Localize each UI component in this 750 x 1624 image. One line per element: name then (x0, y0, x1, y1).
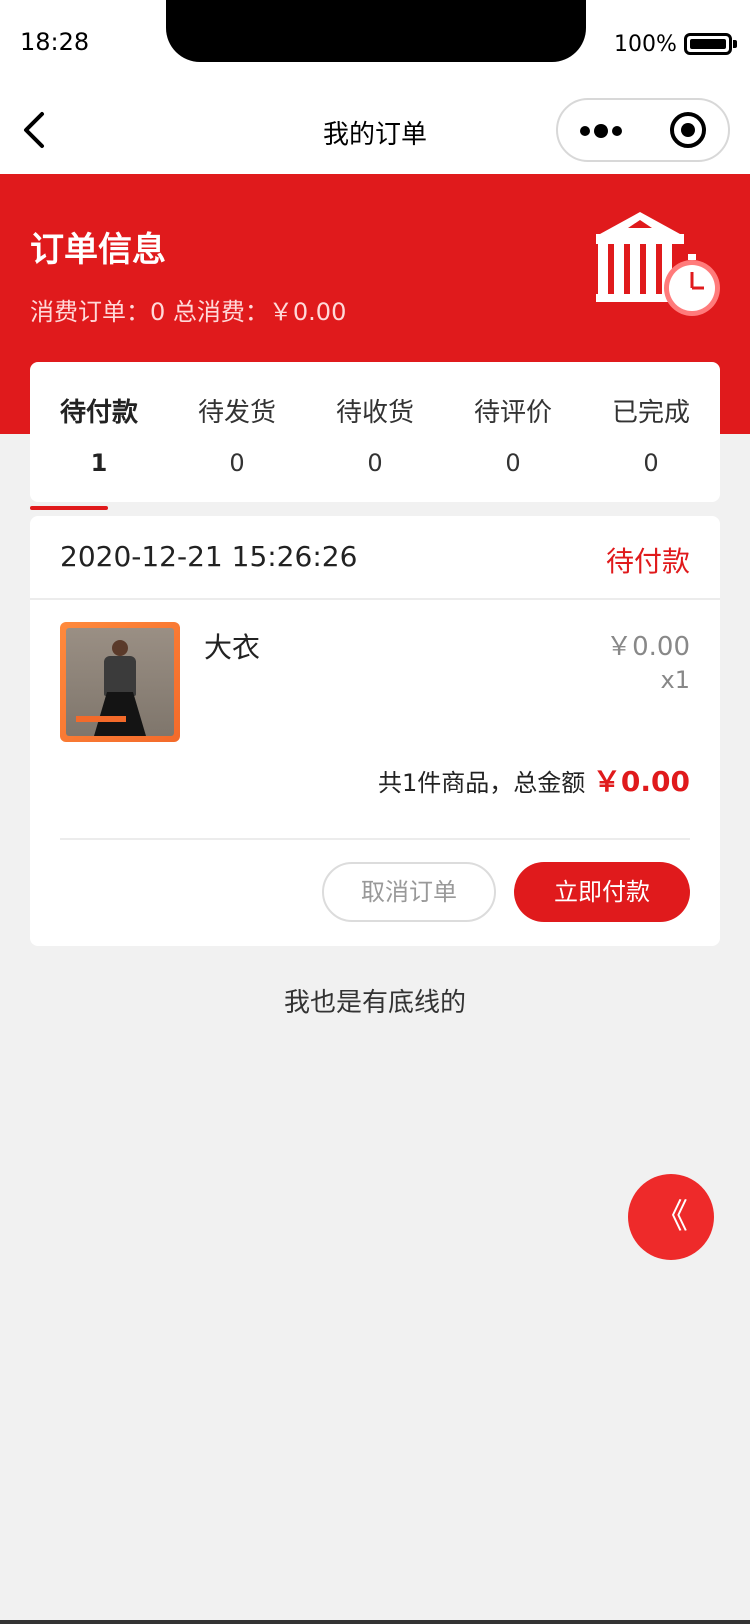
order-card[interactable]: 2020-12-21 15:26:26 待付款 大衣 ￥0.00 x1 共1件商… (30, 516, 720, 946)
model-skirt (94, 692, 146, 736)
model-head (112, 640, 128, 656)
tab-label: 待发货 (197, 398, 276, 428)
status-time: 18:28 (20, 28, 90, 56)
cancel-order-button[interactable]: 取消订单 (322, 862, 496, 922)
active-tab-indicator (30, 506, 108, 510)
order-datetime: 2020-12-21 15:26:26 (60, 540, 358, 573)
tab-count: 0 (229, 449, 245, 477)
order-stats: 消费订单：0 总消费：￥0.00 (30, 298, 347, 326)
double-chevron-left-icon: 《 (654, 1197, 688, 1237)
thumb-banner (76, 716, 126, 722)
tab-label: 已完成 (611, 398, 690, 428)
summary-prefix: 共1件商品，总金额 (377, 769, 586, 797)
more-dots-icon-right (612, 126, 622, 136)
tab-label: 待付款 (59, 398, 138, 428)
end-of-list-text: 我也是有底线的 (283, 988, 466, 1018)
battery-percent: 100% (614, 32, 677, 57)
capsule-divider (644, 116, 645, 146)
more-button[interactable] (578, 116, 628, 146)
tab-count: 1 (90, 449, 108, 477)
mini-program-capsule (556, 98, 730, 162)
product-price: ￥0.00 (606, 632, 690, 662)
target-core (681, 123, 695, 137)
tab-completed[interactable]: 已完成 0 (582, 362, 720, 502)
order-status-label: 待付款 (605, 545, 690, 578)
float-back-button[interactable]: 《 (628, 1174, 714, 1260)
status-bar: 18:28 100% (0, 0, 750, 88)
product-name: 大衣 (204, 631, 261, 664)
more-dots-icon-center (594, 124, 608, 138)
tab-label: 待评价 (473, 398, 552, 428)
tab-pending-receipt[interactable]: 待收货 0 (306, 362, 444, 502)
battery-tip (733, 40, 737, 48)
order-info-title: 订单信息 (30, 230, 166, 270)
tab-pending-review[interactable]: 待评价 0 (444, 362, 582, 502)
home-indicator (0, 1620, 750, 1624)
divider (30, 598, 720, 600)
battery-fill (690, 39, 726, 49)
tab-count: 0 (643, 449, 659, 477)
more-dots-icon (580, 126, 590, 136)
pay-now-button[interactable]: 立即付款 (514, 862, 690, 922)
divider (60, 838, 690, 840)
tab-pending-payment[interactable]: 待付款 1 (30, 362, 168, 502)
close-capsule-button[interactable] (670, 112, 708, 150)
tab-label: 待收货 (335, 398, 414, 428)
product-image[interactable] (60, 622, 180, 742)
tab-count: 0 (367, 449, 383, 477)
battery-icon (684, 33, 732, 55)
order-summary: 共1件商品，总金额 ￥0.00 (378, 760, 690, 800)
nav-bar: 我的订单 (0, 88, 750, 174)
tab-pending-shipment[interactable]: 待发货 0 (168, 362, 306, 502)
order-status-tabs: 待付款 1 待发货 0 待收货 0 待评价 0 已完成 0 (30, 362, 720, 502)
device-notch (166, 0, 586, 62)
shop-clock-icon (596, 212, 720, 316)
product-quantity: x1 (660, 666, 690, 694)
tab-count: 0 (505, 449, 521, 477)
summary-total: ￥0.00 (592, 765, 690, 798)
model-body (104, 656, 136, 696)
product-photo (66, 628, 174, 736)
